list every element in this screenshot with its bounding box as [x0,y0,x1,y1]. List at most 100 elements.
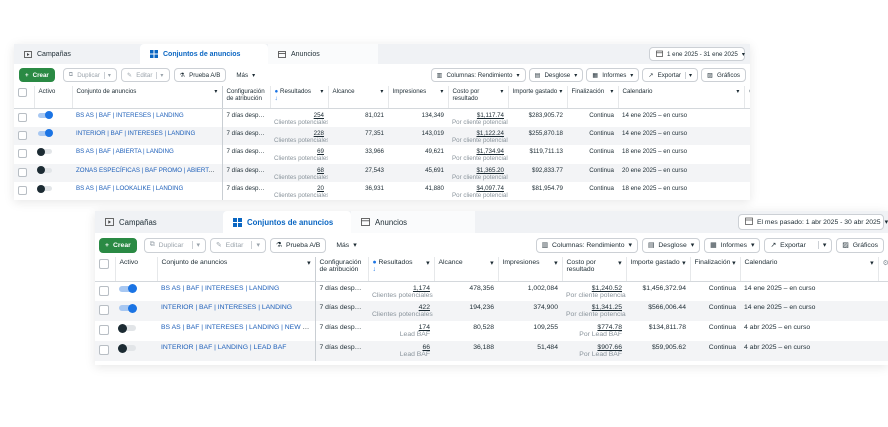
adset-name-link[interactable]: INTERIOR | BAF | LANDING | LEAD BAF [161,344,286,351]
table-row[interactable]: ZONAS ESPECÍFICAS | BAF PROMO | ABIERTA … [14,163,750,182]
date-range-picker[interactable]: 1 ene 2025 - 31 ene 2025 ▾ [649,47,745,61]
table-row[interactable]: INTERIOR | BAF | INTERESES | LANDING 7 dí… [95,301,888,321]
adset-name-link[interactable]: BS AS | BAF | INTERESES | LANDING | NEW … [161,324,314,331]
header-schedule[interactable]: Calendario ▾ [740,257,879,282]
adset-name-link[interactable]: BS AS | BAF | LOOKALIKE | LANDING [76,185,183,192]
results-value[interactable]: 68 [317,167,324,174]
breakdown-button[interactable]: ▤ Desglose ▾ [528,68,584,82]
adset-name-link[interactable]: BS AS | BAF | ABIERTA | LANDING [76,148,174,155]
header-results[interactable]: ● Resultados ↓ ▾ [270,86,329,109]
row-checkbox[interactable] [99,285,109,296]
adset-name-link[interactable]: BS AS | BAF | INTERESES | LANDING [76,112,184,119]
header-ends[interactable]: Finalización ▾ [567,86,619,109]
header-impressions[interactable]: Impresiones ▾ [498,257,563,282]
results-value[interactable]: 1,174 [413,285,430,292]
results-value[interactable]: 422 [419,304,430,311]
more-button[interactable]: Más ▾ [330,237,363,253]
table-row[interactable]: BS AS | BAF | INTERESES | LANDING 7 días … [95,281,888,301]
delivery-toggle[interactable] [37,166,52,174]
edit-button[interactable]: ✎ Editar ▾ [121,68,170,82]
breakdown-button[interactable]: ▤ Desglose ▾ [641,237,701,253]
header-active[interactable]: Activo [34,86,73,109]
adset-name-link[interactable]: ZONAS ESPECÍFICAS | BAF PROMO | ABIERTA … [76,167,221,174]
table-row[interactable]: BS AS | BAF | LOOKALIKE | LANDING 7 días … [14,182,750,200]
header-schedule[interactable]: Calendario ▾ [618,86,745,109]
header-reach[interactable]: Alcance ▾ [434,257,499,282]
cost-per-result-value[interactable]: $1,117.74 [477,112,504,119]
row-checkbox[interactable] [18,186,27,195]
delivery-toggle[interactable] [38,111,53,119]
row-checkbox[interactable] [99,345,109,355]
table-row[interactable]: BS AS | BAF | INTERESES | LANDING | NEW … [95,321,888,341]
header-attribution[interactable]: Configuración de atribución [222,86,271,109]
reports-button[interactable]: ▦ Informes ▾ [704,237,761,253]
ab-test-button[interactable]: ⚗ Prueba A/B [269,237,327,253]
header-attribution[interactable]: Configuración de atribución [315,257,369,282]
create-button[interactable]: + Crear [19,68,55,82]
date-range-picker[interactable]: El mes pasado: 1 abr 2025 - 30 abr 2025 … [738,214,888,230]
tab-campaigns[interactable]: Campañas [14,44,140,64]
cost-per-result-value[interactable]: $1,341.25 [592,304,622,311]
tab-adsets[interactable]: Conjuntos de anuncios [223,211,351,233]
charts-button[interactable]: ▨ Gráficos [836,237,884,253]
cost-per-result-value[interactable]: $1,734.94 [476,148,504,155]
cost-per-result-value[interactable]: $774.78 [597,324,622,331]
header-cost-per-result[interactable]: Costo por resultado ▾ [448,86,509,109]
row-checkbox[interactable] [18,167,27,177]
columns-button[interactable]: ▥ Columnas: Rendimiento ▾ [430,68,526,82]
row-checkbox[interactable] [18,112,27,122]
table-row[interactable]: BS AS | BAF | ABIERTA | LANDING 7 días de… [14,145,750,164]
delivery-toggle[interactable] [38,129,53,137]
results-value[interactable]: 20 [317,185,324,192]
table-row[interactable]: BS AS | BAF | INTERESES | LANDING 7 días … [14,108,750,127]
edit-button[interactable]: ✎ Editar ▾ [209,237,266,253]
duplicate-button[interactable]: ⧉ Duplicar ▾ [143,237,206,253]
row-checkbox[interactable] [99,325,109,335]
adset-name-link[interactable]: INTERIOR | BAF | INTERESES | LANDING [161,304,292,311]
delivery-toggle[interactable] [119,303,137,313]
delivery-toggle[interactable] [37,184,52,193]
delivery-toggle[interactable] [119,284,137,293]
delivery-toggle[interactable] [118,323,136,333]
header-ends[interactable]: Finalización ▾ [690,257,741,282]
select-all-checkbox[interactable] [18,88,27,97]
results-value[interactable]: 69 [317,148,324,155]
results-value[interactable]: 66 [422,344,430,351]
select-all-checkbox[interactable] [99,259,109,269]
duplicate-button[interactable]: ⧉ Duplicar ▾ [62,68,118,82]
reports-button[interactable]: ▦ Informes ▾ [586,68,640,82]
adset-name-link[interactable]: INTERIOR | BAF | INTERESES | LANDING [76,130,195,137]
tab-campaigns[interactable]: Campañas [95,211,223,233]
tab-ads[interactable]: Anuncios [351,211,475,233]
export-button[interactable]: ↗ Exportar ▾ [642,68,699,82]
charts-button[interactable]: ▨ Gráficos [701,68,746,82]
delivery-toggle[interactable] [37,147,52,156]
row-checkbox[interactable] [18,149,27,158]
cost-per-result-value[interactable]: $1,122.24 [476,130,504,137]
tab-adsets[interactable]: Conjuntos de anuncios [140,44,268,64]
header-results[interactable]: ● Resultados ↓ ▾ [368,257,435,282]
header-cost-per-result[interactable]: Costo por resultado ▾ [562,257,627,282]
header-impressions[interactable]: Impresiones ▾ [388,86,449,109]
row-checkbox[interactable] [99,305,109,315]
columns-button[interactable]: ▥ Columnas: Rendimiento ▾ [535,237,638,253]
table-row[interactable]: INTERIOR | BAF | LANDING | LEAD BAF 7 día… [95,341,888,361]
results-value[interactable]: 174 [419,324,430,331]
header-adset[interactable]: Conjunto de anuncios ▾ [72,86,223,109]
create-button[interactable]: + Crear [99,237,137,253]
header-amount-spent[interactable]: Importe gastado ▾ [626,257,691,282]
cost-per-result-value[interactable]: $4,097.74 [476,185,504,192]
settings-icon[interactable]: ⚙ [878,257,888,282]
header-reach[interactable]: Alcance ▾ [328,86,389,109]
export-button[interactable]: ↗ Exportar ▾ [764,237,833,253]
ab-test-button[interactable]: ⚗ Prueba A/B [173,68,227,82]
cost-per-result-value[interactable]: $1,365.20 [476,167,504,174]
header-active[interactable]: Activo [115,257,158,282]
delivery-toggle[interactable] [118,343,136,353]
results-value[interactable]: 228 [314,130,324,137]
header-adset[interactable]: Conjunto de anuncios ▾ [157,257,316,282]
tab-ads[interactable]: Anuncios [268,44,378,64]
cost-per-result-value[interactable]: $1,240.52 [592,285,622,292]
header-amount-spent[interactable]: Importe gastado ▾ [508,86,568,109]
adset-name-link[interactable]: BS AS | BAF | INTERESES | LANDING [161,285,279,292]
